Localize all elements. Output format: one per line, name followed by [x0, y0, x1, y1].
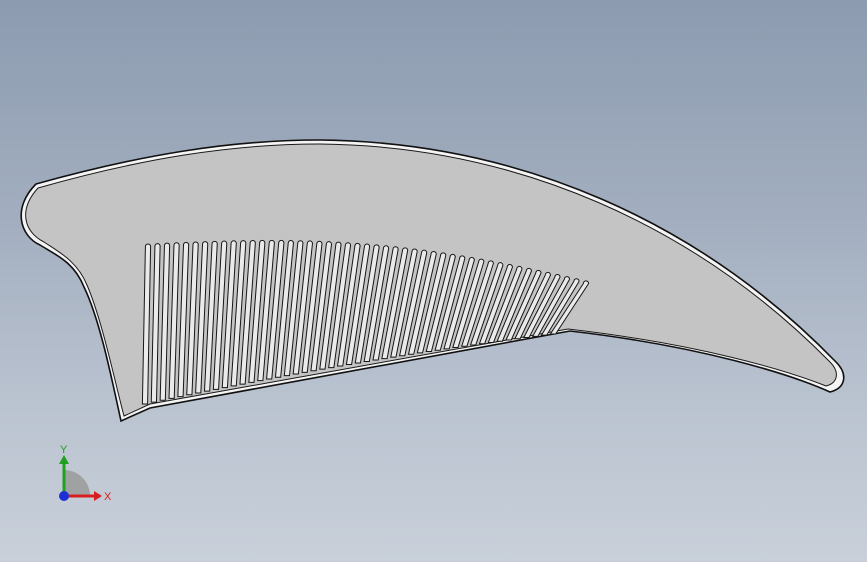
- y-axis-label: Y: [60, 444, 68, 456]
- graphics-viewport[interactable]: [0, 0, 867, 562]
- x-axis-label: X: [104, 491, 112, 503]
- coordinate-triad: Y X: [59, 444, 112, 503]
- triad-plane-quadrant: [64, 470, 90, 496]
- y-axis-arrowhead: [59, 455, 69, 464]
- comb-part[interactable]: [20, 139, 845, 423]
- z-axis-dot: [59, 491, 69, 501]
- x-axis-arrowhead: [94, 491, 102, 501]
